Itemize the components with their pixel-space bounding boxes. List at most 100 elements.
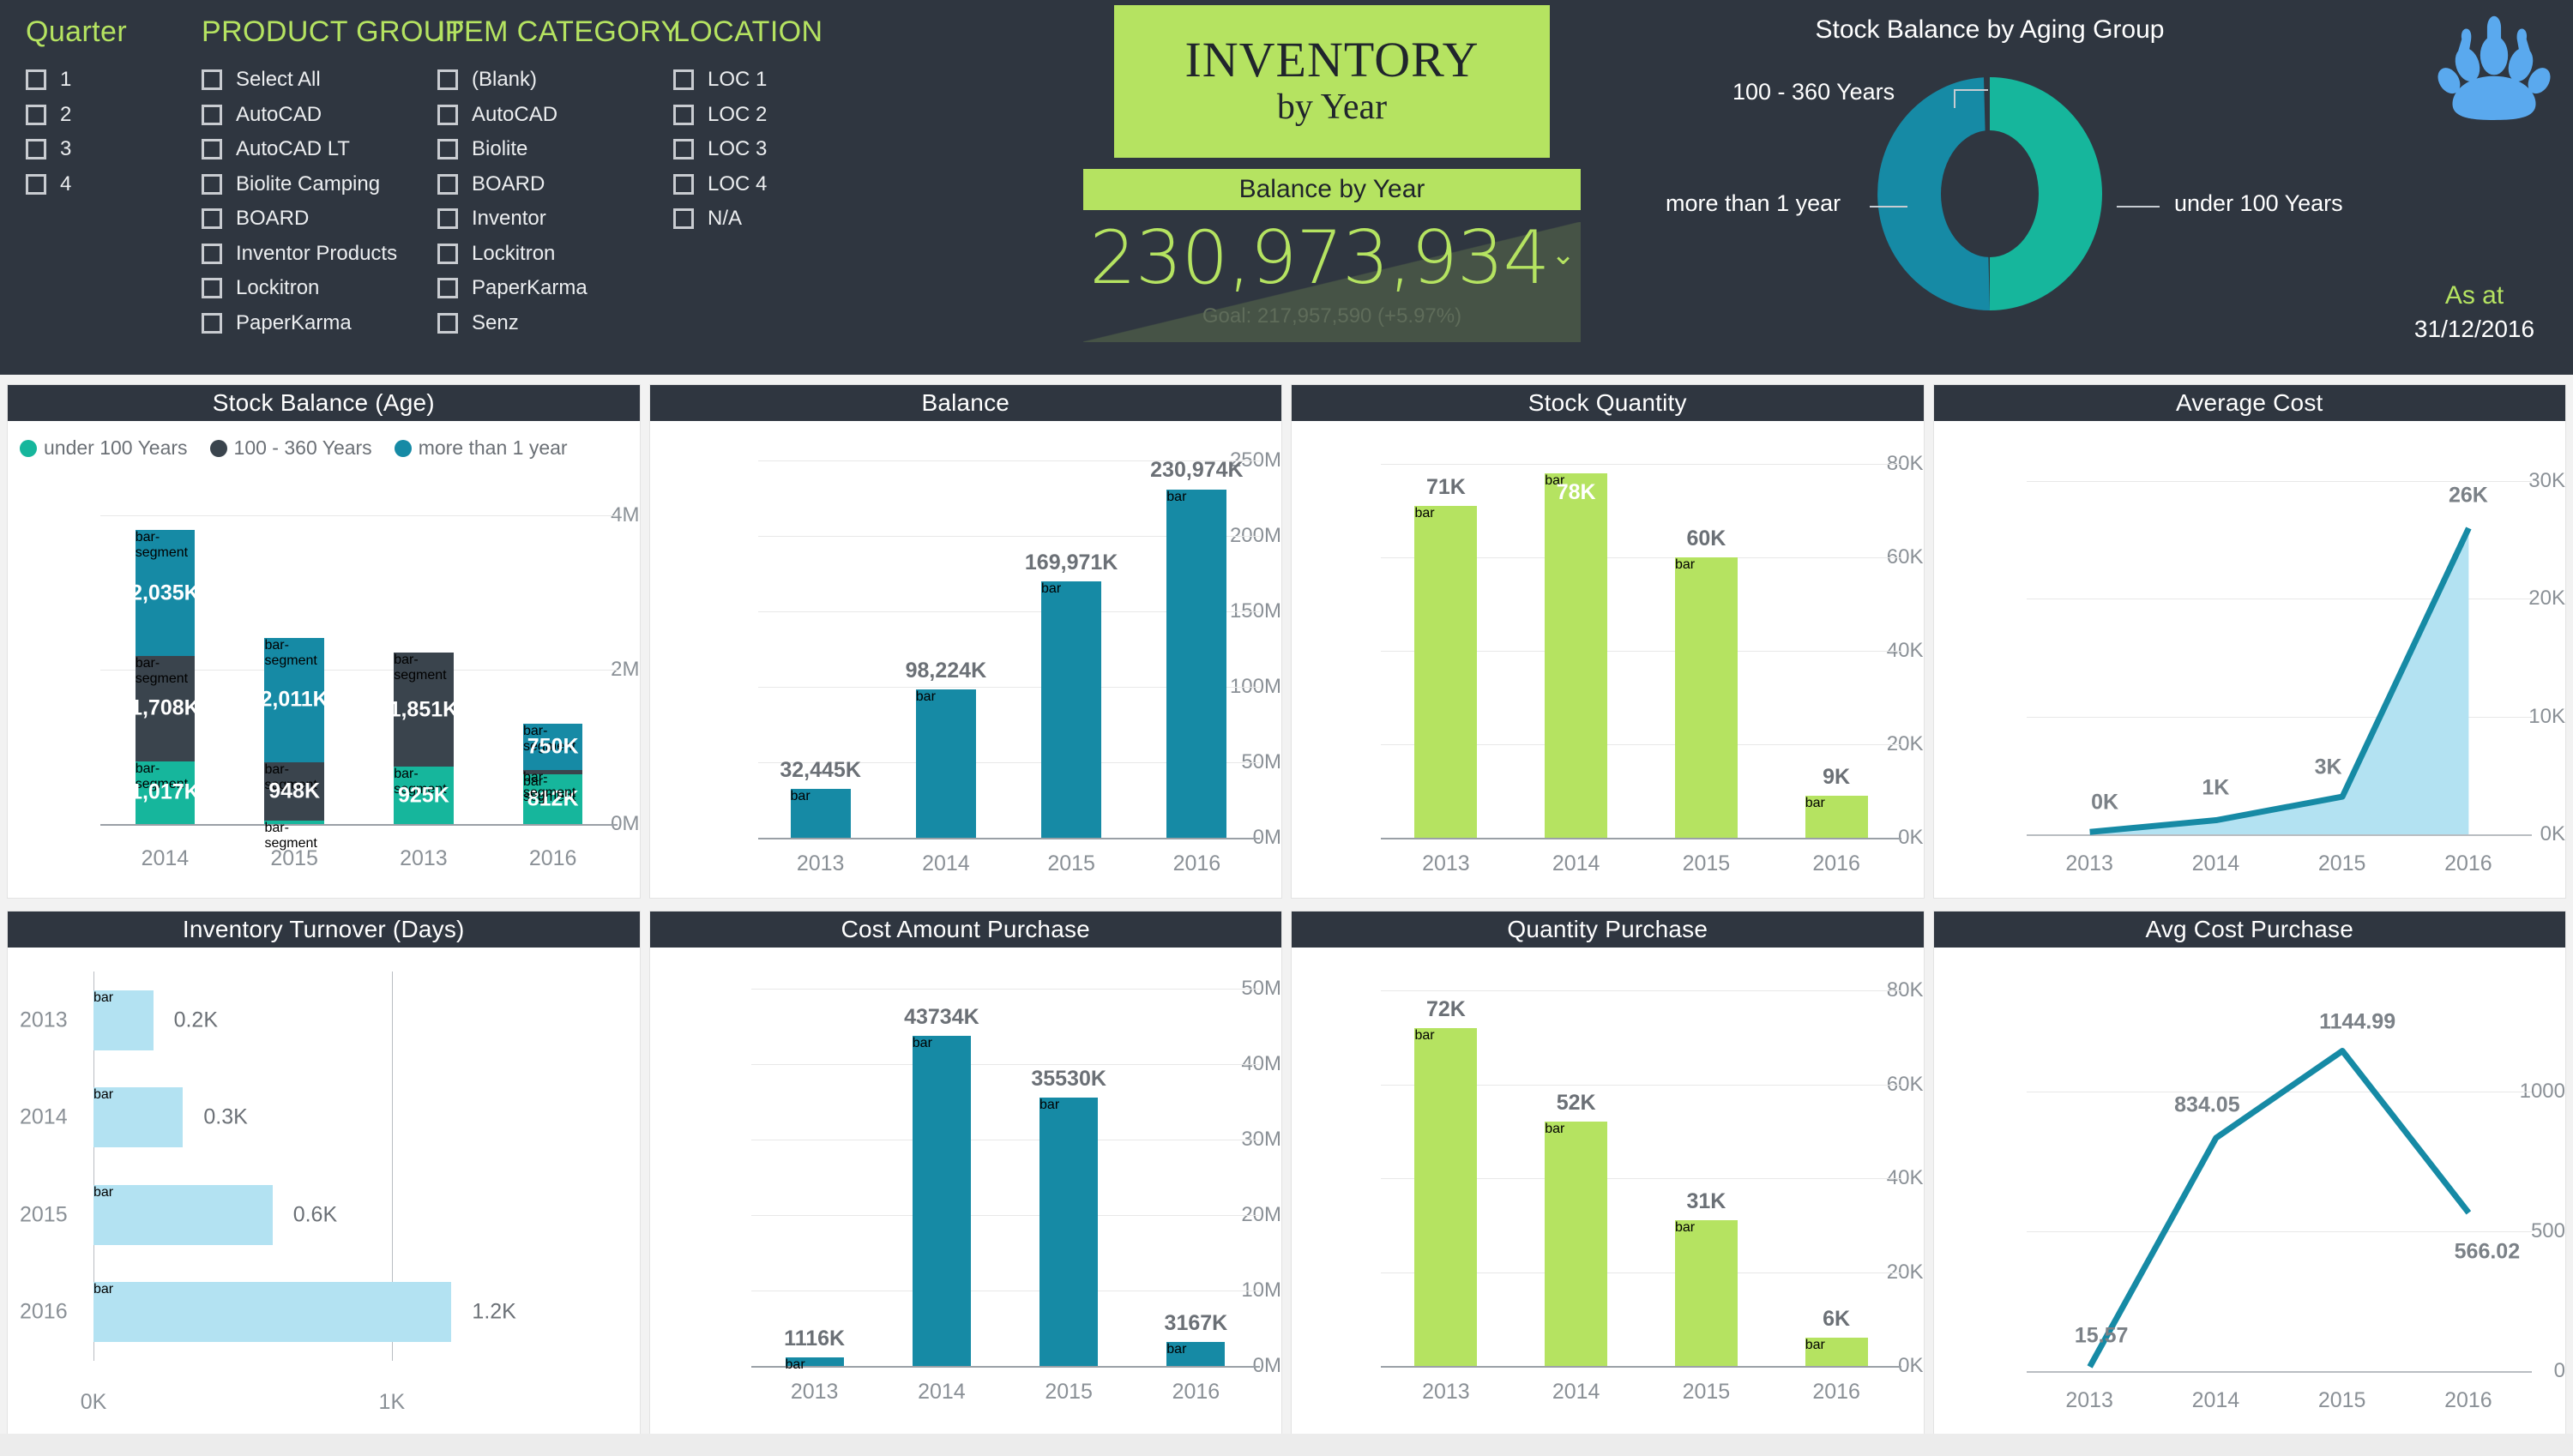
- checkbox-icon[interactable]: [202, 312, 222, 334]
- y-axis-label: 2013: [20, 1008, 68, 1032]
- checkbox-icon[interactable]: [26, 104, 46, 125]
- checkbox-icon[interactable]: [437, 173, 458, 195]
- slicer-option-loc-1[interactable]: LOC 1: [673, 68, 909, 92]
- slicer-option-inventor[interactable]: Inventor: [437, 207, 673, 231]
- checkbox-icon[interactable]: [673, 69, 694, 90]
- checkbox-icon[interactable]: [437, 312, 458, 334]
- slicer-option-loc-4[interactable]: LOC 4: [673, 172, 909, 196]
- slicer-option-autocad-lt[interactable]: AutoCAD LT: [202, 137, 437, 161]
- bar-segment-label: 2,035K: [130, 581, 200, 605]
- slicer-option-autocad[interactable]: AutoCAD: [437, 103, 673, 127]
- bar-value-label: 6K: [1823, 1307, 1851, 1332]
- bar-value-label: 32,445K: [780, 757, 861, 782]
- checkbox-icon[interactable]: [202, 139, 222, 159]
- slicer-option-senz[interactable]: Senz: [437, 311, 673, 335]
- plot-inventory-turnover[interactable]: 0K 1K bar 0.2K 2013 bar 0.3K 2014 bar 0.6K 2015 bar…: [8, 948, 640, 1435]
- slicer-option-loc-3[interactable]: LOC 3: [673, 137, 909, 161]
- plot-balance[interactable]: 0M 50M 100M 150M 200M 250M bar 32,445K 2013 bar 98…: [650, 421, 1281, 898]
- slicer-option-paperkarma[interactable]: PaperKarma: [437, 276, 673, 300]
- checkbox-icon[interactable]: [437, 278, 458, 298]
- slicer-option-n-a[interactable]: N/A: [673, 207, 909, 231]
- slicer-option-biolite[interactable]: Biolite: [437, 137, 673, 161]
- slicer-option-label: Lockitron: [236, 276, 320, 299]
- gridline: [750, 989, 1260, 990]
- x-axis-label: 2014: [922, 851, 970, 875]
- slicer-option-label: Senz: [472, 310, 519, 334]
- paw-print-icon: [2437, 15, 2551, 120]
- gridline: [100, 515, 618, 516]
- slicer-option-1[interactable]: 1: [26, 68, 202, 92]
- card-title-avg-cost-purchase: Avg Cost Purchase: [1933, 912, 2565, 948]
- checkbox-icon[interactable]: [673, 173, 694, 195]
- slicer-option-label: AutoCAD: [236, 102, 322, 126]
- card-inventory-turnover: Inventory Turnover (Days) 0K 1K bar 0.2K 201…: [7, 911, 641, 1435]
- slicer-option-2[interactable]: 2: [26, 103, 202, 127]
- card-title-balance: Balance: [649, 385, 1281, 421]
- plot-average-cost[interactable]: 0K 10K 20K 30K 0K 2013 1K 2014 3K 2015 26K 2016: [1934, 421, 2565, 898]
- x-axis-label: 2014: [2191, 1388, 2240, 1412]
- slicer-option-label: N/A: [708, 207, 743, 230]
- slicer-option-label: Inventor Products: [236, 241, 398, 265]
- slicer-option-lockitron[interactable]: Lockitron: [202, 276, 437, 300]
- slicer-option-4[interactable]: 4: [26, 172, 202, 196]
- checkbox-icon[interactable]: [437, 139, 458, 159]
- y-axis-label: 2014: [20, 1104, 68, 1129]
- slicer-option-paperkarma[interactable]: PaperKarma: [202, 311, 437, 335]
- x-axis-label: 2016: [1812, 851, 1860, 875]
- checkbox-icon[interactable]: [437, 208, 458, 229]
- checkbox-icon[interactable]: [26, 139, 46, 159]
- checkbox-icon[interactable]: [202, 243, 222, 264]
- kpi-title-main: INVENTORY: [1184, 32, 1479, 88]
- x-axis-label: 2015: [1045, 1380, 1093, 1404]
- x-axis-label: 2014: [1552, 851, 1600, 875]
- slicer-option-board[interactable]: BOARD: [437, 172, 673, 196]
- slicer-option-3[interactable]: 3: [26, 137, 202, 161]
- x-axis-label: 2013: [790, 1380, 839, 1404]
- bar-value-label: 78K: [1556, 479, 1596, 504]
- x-axis-baseline: [757, 838, 1260, 839]
- bar-segment-label: 1,851K: [389, 697, 459, 722]
- checkbox-icon[interactable]: [202, 208, 222, 229]
- slicer-option-board[interactable]: BOARD: [202, 207, 437, 231]
- checkbox-icon[interactable]: [437, 243, 458, 264]
- kpi-value-wrap: 230,973,934⌄ Goal: 217,957,590 (+5.97%): [1083, 215, 1581, 344]
- slicer-option-autocad[interactable]: AutoCAD: [202, 103, 437, 127]
- aging-donut-title: Stock Balance by Aging Group: [1815, 15, 2165, 44]
- checkbox-icon[interactable]: [202, 104, 222, 125]
- donut-label-under-100: under 100 Years: [2174, 190, 2343, 216]
- checkbox-icon[interactable]: [673, 208, 694, 229]
- checkbox-icon[interactable]: [202, 69, 222, 90]
- plot-stock-balance-age[interactable]: 0M 2M 4M bar-segment 1,017K bar-segment 1,708K…: [8, 421, 640, 898]
- slicer-option-label: BOARD: [472, 171, 545, 196]
- checkbox-icon[interactable]: [202, 173, 222, 195]
- slicer-option-biolite-camping[interactable]: Biolite Camping: [202, 172, 437, 196]
- bar-segment-label: 1,017K: [130, 779, 200, 804]
- checkbox-icon[interactable]: [437, 69, 458, 90]
- aging-donut-card: Stock Balance by Aging Group 100 - 360 Y…: [1612, 10, 2367, 370]
- true: bar: [93, 990, 154, 1050]
- checkbox-icon[interactable]: [673, 104, 694, 125]
- checkbox-icon[interactable]: [202, 278, 222, 298]
- x-axis-tick: 0K: [80, 1390, 107, 1414]
- true: bar: [1414, 506, 1478, 838]
- plot-cost-amount-purchase[interactable]: 0M 10M 20M 30M 40M 50M bar 1116K 2013 bar 43734K 20…: [650, 948, 1281, 1435]
- slicer-option-inventor-products[interactable]: Inventor Products: [202, 242, 437, 266]
- slicer-option--blank-[interactable]: (Blank): [437, 68, 673, 92]
- checkbox-icon[interactable]: [673, 139, 694, 159]
- slicer-option-lockitron[interactable]: Lockitron: [437, 242, 673, 266]
- x-axis-label: 2016: [2444, 1388, 2492, 1412]
- slicer-option-select-all[interactable]: Select All: [202, 68, 437, 92]
- donut-svg[interactable]: [1865, 65, 2114, 322]
- as-at-date: 31/12/2016: [2413, 316, 2535, 342]
- slicer-option-label: BOARD: [236, 207, 310, 230]
- checkbox-icon[interactable]: [437, 104, 458, 125]
- plot-quantity-purchase[interactable]: 0K 20K 40K 60K 80K bar 72K 2013 bar 52K 2014 bar 31K…: [1292, 948, 1924, 1435]
- x-axis-label: 2013: [2065, 851, 2113, 875]
- donut-label-more-than-1-year: more than 1 year: [1666, 190, 1841, 216]
- plot-avg-cost-purchase[interactable]: 0 500 1000 15.57 2013 834.05 2014 1144.99 2015 56…: [1934, 948, 2565, 1435]
- slicer-option-loc-2[interactable]: LOC 2: [673, 103, 909, 127]
- plot-stock-quantity[interactable]: 0K 20K 40K 60K 80K bar 71K 2013 bar 78K 2014 bar 60K…: [1292, 421, 1924, 898]
- kpi-card: INVENTORY by Year Balance by Year 230,97…: [1083, 5, 1581, 344]
- checkbox-icon[interactable]: [26, 69, 46, 90]
- checkbox-icon[interactable]: [26, 173, 46, 195]
